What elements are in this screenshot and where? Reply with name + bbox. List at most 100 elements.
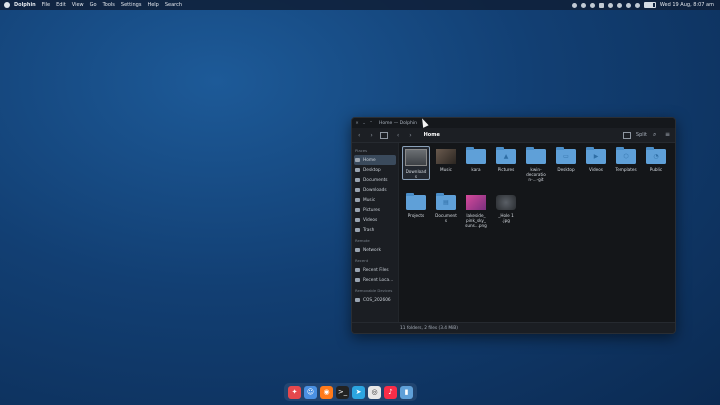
sidebar-item-recent-locations[interactable]: Recent Loca...	[352, 275, 398, 285]
terminal-icon[interactable]: >_	[336, 385, 349, 399]
sidebar-item-trash[interactable]: Trash	[352, 225, 398, 235]
menu-help[interactable]: Help	[147, 2, 158, 8]
hamburger-menu-icon[interactable]: ≡	[665, 132, 671, 138]
app-name[interactable]: Dolphin	[14, 2, 36, 8]
split-button[interactable]: Split	[620, 131, 647, 139]
file-name: lakeside_ pink_sky_ suns...png	[465, 213, 487, 228]
clock[interactable]: Wed 19 Aug, 8:07 am	[660, 2, 714, 8]
places-sidebar: Places Home Desktop Documents Downloads …	[352, 143, 399, 323]
system-tray: Wed 19 Aug, 8:07 am	[571, 2, 720, 8]
rocket-icon[interactable]: ✦	[288, 385, 301, 399]
menu-search[interactable]: Search	[165, 2, 182, 8]
recent-files-icon	[355, 268, 360, 272]
dolphin-window: ✕ ⌄ ⌃ Home — Dolphin ‹ › ‹ › Home Split …	[351, 117, 676, 334]
close-icon[interactable]: ✕	[355, 121, 359, 125]
file-name: Pictures	[497, 167, 515, 172]
folder-emblem-icon: ⬡	[623, 153, 629, 160]
apple-logo-icon[interactable]	[4, 2, 10, 8]
menu-go[interactable]: Go	[90, 2, 97, 8]
sidebar-item-desktop[interactable]: Desktop	[352, 165, 398, 175]
documents-icon	[355, 178, 360, 182]
telegram-icon[interactable]: ➤	[352, 385, 365, 399]
breadcrumb-forward-icon[interactable]: ›	[409, 132, 411, 139]
sidebar-item-music[interactable]: Music	[352, 195, 398, 205]
split-icon	[622, 131, 631, 139]
volume-icon[interactable]	[616, 2, 622, 8]
sidebar-item-label: Home	[363, 157, 376, 163]
file-view[interactable]: Download s Music kara ▲ Pictures kwin- decora…	[399, 143, 675, 323]
file-item[interactable]: kara	[463, 147, 489, 172]
menu-tools[interactable]: Tools	[103, 2, 115, 8]
sidebar-item-home[interactable]: Home	[354, 155, 396, 165]
file-name: Projects	[407, 213, 425, 218]
folder-icon: ▲	[496, 147, 516, 164]
image-thumbnail-icon	[405, 149, 427, 166]
sidebar-item-label: Trash	[363, 227, 375, 233]
files-icon[interactable]: ▮	[400, 385, 413, 399]
breadcrumb[interactable]: Home	[424, 132, 440, 138]
folder-emblem-icon: ◔	[653, 153, 659, 160]
sidebar-item-recent-files[interactable]: Recent Files	[352, 265, 398, 275]
folder-icon: ▤	[436, 193, 456, 210]
downloads-icon	[355, 188, 360, 192]
sync-icon[interactable]	[589, 2, 595, 8]
sidebar-item-label: Videos	[363, 217, 378, 223]
firefox-icon[interactable]: ◉	[320, 385, 333, 399]
file-item[interactable]: Music	[433, 147, 459, 172]
forward-icon[interactable]: ›	[370, 132, 372, 139]
camera-icon[interactable]: ◎	[368, 385, 381, 399]
vpn-icon[interactable]	[607, 2, 613, 8]
home-icon	[355, 158, 360, 162]
file-item[interactable]: Projects	[403, 193, 429, 218]
image-thumbnail-icon	[436, 149, 456, 164]
search-icon[interactable]: ⌕	[653, 132, 659, 138]
pictures-icon	[355, 208, 360, 212]
sidebar-item-downloads[interactable]: Downloads	[352, 185, 398, 195]
file-item[interactable]: ▶ Videos	[583, 147, 609, 172]
title-bar[interactable]: ✕ ⌄ ⌃ Home — Dolphin	[352, 118, 675, 128]
file-item[interactable]: ◔ Public	[643, 147, 669, 172]
sidebar-item-label: Downloads	[363, 187, 387, 193]
file-name: Videos	[589, 167, 603, 172]
folder-emblem-icon: ▶	[593, 153, 599, 160]
sidebar-item-pictures[interactable]: Pictures	[352, 205, 398, 215]
file-item[interactable]: kwin- decoratio n-...-git	[523, 147, 549, 182]
file-item[interactable]: ▲ Pictures	[493, 147, 519, 172]
music-icon[interactable]: ♪	[384, 385, 397, 399]
menu-file[interactable]: File	[42, 2, 50, 8]
maximize-icon[interactable]: ⌃	[369, 121, 373, 125]
sidebar-item-videos[interactable]: Videos	[352, 215, 398, 225]
file-item[interactable]: _Hole 1 .jpg	[493, 193, 519, 223]
control-center-icon[interactable]	[634, 2, 640, 8]
dropbox-icon[interactable]	[580, 2, 586, 8]
battery-icon[interactable]	[643, 2, 656, 8]
desktop-icon	[355, 168, 360, 172]
folder-icon	[406, 193, 426, 210]
file-item[interactable]: ▤ Document s	[433, 193, 459, 223]
network-icon[interactable]	[625, 2, 631, 8]
window-title: Home — Dolphin	[379, 120, 417, 126]
sidebar-item-network[interactable]: Network	[352, 245, 398, 255]
minimize-icon[interactable]: ⌄	[362, 121, 366, 125]
file-item[interactable]: ▭ Desktop	[553, 147, 579, 172]
file-item[interactable]: Download s	[402, 146, 430, 180]
menu-view[interactable]: View	[72, 2, 84, 8]
view-mode-icon[interactable]	[379, 131, 388, 139]
trash-icon	[355, 228, 360, 232]
finder-icon[interactable]: ☺	[304, 385, 317, 399]
menu-edit[interactable]: Edit	[56, 2, 66, 8]
back-icon[interactable]: ‹	[358, 132, 360, 139]
file-item[interactable]: lakeside_ pink_sky_ suns...png	[463, 193, 489, 228]
file-item[interactable]: ⬡ Templates	[613, 147, 639, 172]
sidebar-item-device[interactable]: COS_202606	[352, 295, 398, 305]
breadcrumb-back-icon[interactable]: ‹	[397, 132, 399, 139]
sidebar-item-documents[interactable]: Documents	[352, 175, 398, 185]
keyboard-icon[interactable]	[598, 2, 604, 8]
split-label: Split	[635, 132, 647, 138]
drive-icon	[355, 298, 360, 302]
file-name: _Hole 1 .jpg	[498, 213, 514, 223]
wifi-icon[interactable]	[571, 2, 577, 8]
sidebar-item-label: Recent Files	[363, 267, 389, 273]
network-icon	[355, 248, 360, 252]
menu-settings[interactable]: Settings	[121, 2, 142, 8]
